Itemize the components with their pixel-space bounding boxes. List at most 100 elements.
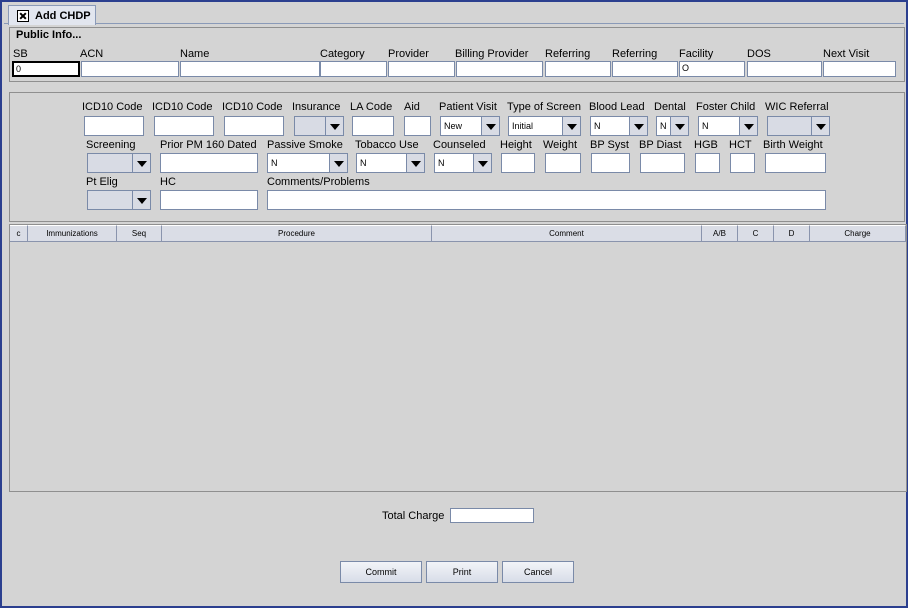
cancel-button[interactable]: Cancel <box>502 561 574 583</box>
chevron-down-icon[interactable] <box>473 154 491 172</box>
foster-child-label: Foster Child <box>696 101 756 113</box>
passive-smoke-select[interactable]: N <box>267 153 348 173</box>
acn-field[interactable] <box>81 61 179 77</box>
birth-weight-field[interactable] <box>765 153 826 173</box>
next-visit-field[interactable] <box>823 61 896 77</box>
chevron-down-icon[interactable] <box>325 117 343 135</box>
patient-visit-label: Patient Visit <box>439 101 497 113</box>
icd10-field-3[interactable] <box>224 116 284 136</box>
column-header-d[interactable]: D <box>774 225 810 242</box>
chevron-down-icon[interactable] <box>329 154 347 172</box>
bp-syst-field[interactable] <box>591 153 630 173</box>
chevron-down-icon[interactable] <box>811 117 829 135</box>
counseled-label: Counseled <box>433 139 486 151</box>
height-field[interactable] <box>501 153 535 173</box>
weight-field[interactable] <box>545 153 581 173</box>
aid-field[interactable] <box>404 116 431 136</box>
procedures-table[interactable]: c Immunizations Seq Procedure Comment A/… <box>9 224 907 492</box>
column-header-c[interactable]: c <box>10 225 28 242</box>
close-icon[interactable] <box>17 9 29 22</box>
insurance-select[interactable] <box>294 116 344 136</box>
icd10-label-2: ICD10 Code <box>152 101 213 113</box>
public-info-legend: Public Info... <box>15 29 83 41</box>
sb-field[interactable]: 0 <box>12 61 80 77</box>
dos-field[interactable] <box>747 61 822 77</box>
bp-syst-label: BP Syst <box>590 139 629 151</box>
icd10-label-3: ICD10 Code <box>222 101 283 113</box>
passive-smoke-value: N <box>271 158 278 168</box>
pt-elig-label: Pt Elig <box>86 176 118 188</box>
height-label: Height <box>500 139 532 151</box>
dos-label: DOS <box>747 48 771 60</box>
insurance-label: Insurance <box>292 101 341 113</box>
comments-problems-label: Comments/Problems <box>267 176 370 188</box>
chevron-down-icon[interactable] <box>406 154 424 172</box>
comments-problems-field[interactable] <box>267 190 826 210</box>
provider-label: Provider <box>388 48 429 60</box>
referring-label-2: Referring <box>612 48 658 60</box>
column-header-seq[interactable]: Seq <box>117 225 162 242</box>
add-chdp-window: Add CHDP Public Info... SB ACN Name Cate… <box>0 0 908 608</box>
total-charge-field[interactable] <box>450 508 534 523</box>
commit-button[interactable]: Commit <box>340 561 422 583</box>
provider-field[interactable] <box>388 61 455 77</box>
chevron-down-icon[interactable] <box>481 117 499 135</box>
la-code-label: LA Code <box>350 101 393 113</box>
chevron-down-icon[interactable] <box>132 154 150 172</box>
sb-label: SB <box>13 48 28 60</box>
hc-field[interactable] <box>160 190 258 210</box>
icd10-field-1[interactable] <box>84 116 144 136</box>
icd10-label-1: ICD10 Code <box>82 101 143 113</box>
tab-add-chdp[interactable]: Add CHDP <box>8 5 96 25</box>
category-label: Category <box>320 48 365 60</box>
type-of-screen-select[interactable]: Initial <box>508 116 581 136</box>
tobacco-use-select[interactable]: N <box>356 153 425 173</box>
column-header-c2[interactable]: C <box>738 225 774 242</box>
hgb-field[interactable] <box>695 153 720 173</box>
screening-select[interactable] <box>87 153 151 173</box>
chevron-down-icon[interactable] <box>132 191 150 209</box>
prior-pm-160-field[interactable] <box>160 153 258 173</box>
hct-label: HCT <box>729 139 752 151</box>
column-header-ab[interactable]: A/B <box>702 225 738 242</box>
foster-child-select[interactable]: N <box>698 116 758 136</box>
blood-lead-value: N <box>594 121 601 131</box>
billing-provider-field[interactable] <box>456 61 543 77</box>
referring-field-1[interactable] <box>545 61 611 77</box>
icd10-field-2[interactable] <box>154 116 214 136</box>
referring-field-2[interactable] <box>612 61 678 77</box>
column-header-procedure[interactable]: Procedure <box>162 225 432 242</box>
facility-label: Facility <box>679 48 714 60</box>
birth-weight-label: Birth Weight <box>763 139 823 151</box>
column-header-charge[interactable]: Charge <box>810 225 906 242</box>
prior-pm-160-label: Prior PM 160 Dated <box>160 139 257 151</box>
pt-elig-select[interactable] <box>87 190 151 210</box>
tobacco-use-value: N <box>360 158 367 168</box>
counseled-select[interactable]: N <box>434 153 492 173</box>
category-field[interactable] <box>320 61 387 77</box>
dental-select[interactable]: N <box>656 116 689 136</box>
bp-diast-label: BP Diast <box>639 139 682 151</box>
column-header-comment[interactable]: Comment <box>432 225 702 242</box>
chevron-down-icon[interactable] <box>562 117 580 135</box>
table-header: c Immunizations Seq Procedure Comment A/… <box>10 225 906 242</box>
facility-field[interactable]: O <box>679 61 745 77</box>
chevron-down-icon[interactable] <box>739 117 757 135</box>
column-header-immunizations[interactable]: Immunizations <box>28 225 117 242</box>
aid-label: Aid <box>404 101 420 113</box>
type-of-screen-label: Type of Screen <box>507 101 581 113</box>
chevron-down-icon[interactable] <box>670 117 688 135</box>
patient-visit-select[interactable]: New <box>440 116 500 136</box>
hct-field[interactable] <box>730 153 755 173</box>
patient-visit-value: New <box>444 121 463 131</box>
la-code-field[interactable] <box>352 116 394 136</box>
acn-label: ACN <box>80 48 104 60</box>
wic-referral-select[interactable] <box>767 116 830 136</box>
bp-diast-field[interactable] <box>640 153 685 173</box>
blood-lead-select[interactable]: N <box>590 116 648 136</box>
type-of-screen-value: Initial <box>512 121 534 131</box>
passive-smoke-label: Passive Smoke <box>267 139 343 151</box>
print-button[interactable]: Print <box>426 561 498 583</box>
name-field[interactable] <box>180 61 320 77</box>
chevron-down-icon[interactable] <box>629 117 647 135</box>
